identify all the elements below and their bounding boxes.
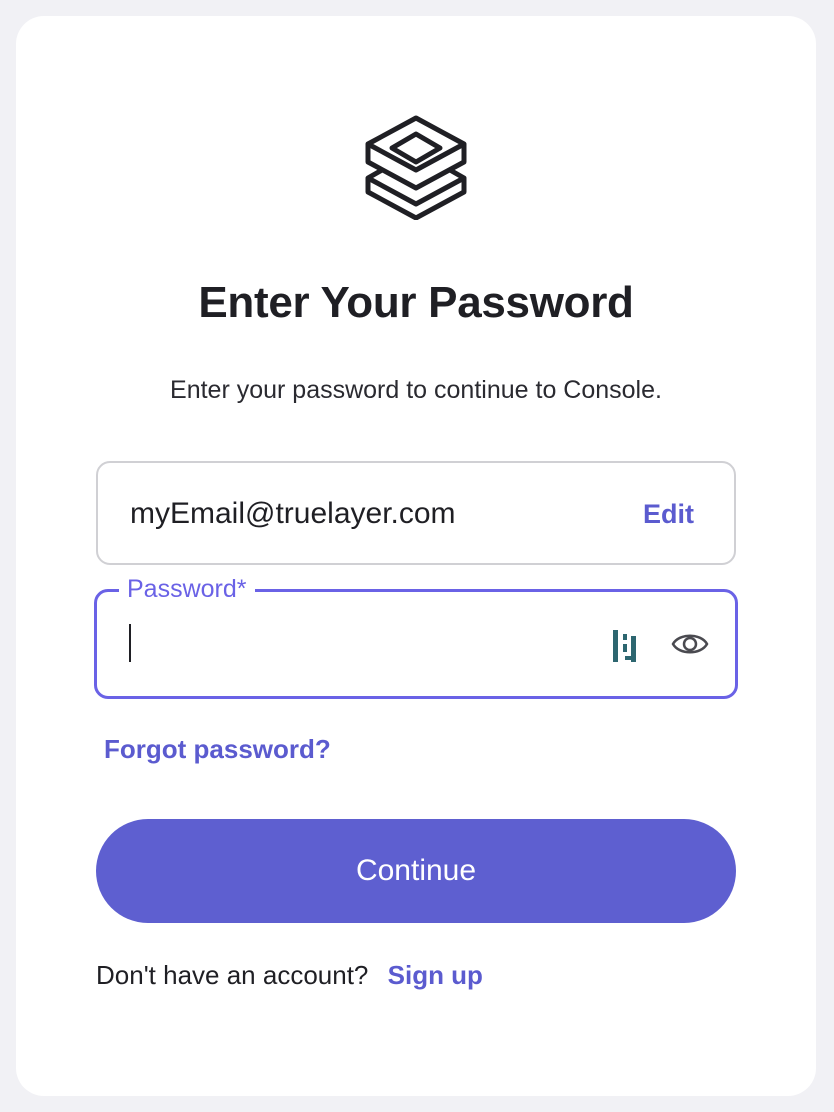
password-field[interactable]: Password* bbox=[94, 573, 738, 699]
edit-email-link[interactable]: Edit bbox=[643, 499, 694, 530]
eye-icon[interactable] bbox=[671, 628, 709, 660]
email-display-field: myEmail@truelayer.com Edit bbox=[96, 461, 736, 565]
login-card: Enter Your Password Enter your password … bbox=[16, 16, 816, 1096]
continue-button[interactable]: Continue bbox=[96, 819, 736, 923]
signup-link[interactable]: Sign up bbox=[388, 960, 483, 990]
forgot-password-link[interactable]: Forgot password? bbox=[104, 734, 331, 765]
page-title: Enter Your Password bbox=[198, 278, 634, 327]
signup-row: Don't have an account? Sign up bbox=[96, 960, 483, 991]
stacked-layers-logo-icon bbox=[365, 115, 467, 220]
signup-prompt: Don't have an account? bbox=[96, 960, 369, 990]
page-subtitle: Enter your password to continue to Conso… bbox=[170, 376, 662, 404]
password-input[interactable] bbox=[127, 618, 567, 672]
email-value: myEmail@truelayer.com bbox=[130, 497, 456, 530]
password-manager-icon[interactable] bbox=[611, 628, 639, 664]
password-label: Password* bbox=[119, 573, 255, 605]
text-cursor bbox=[129, 624, 131, 662]
